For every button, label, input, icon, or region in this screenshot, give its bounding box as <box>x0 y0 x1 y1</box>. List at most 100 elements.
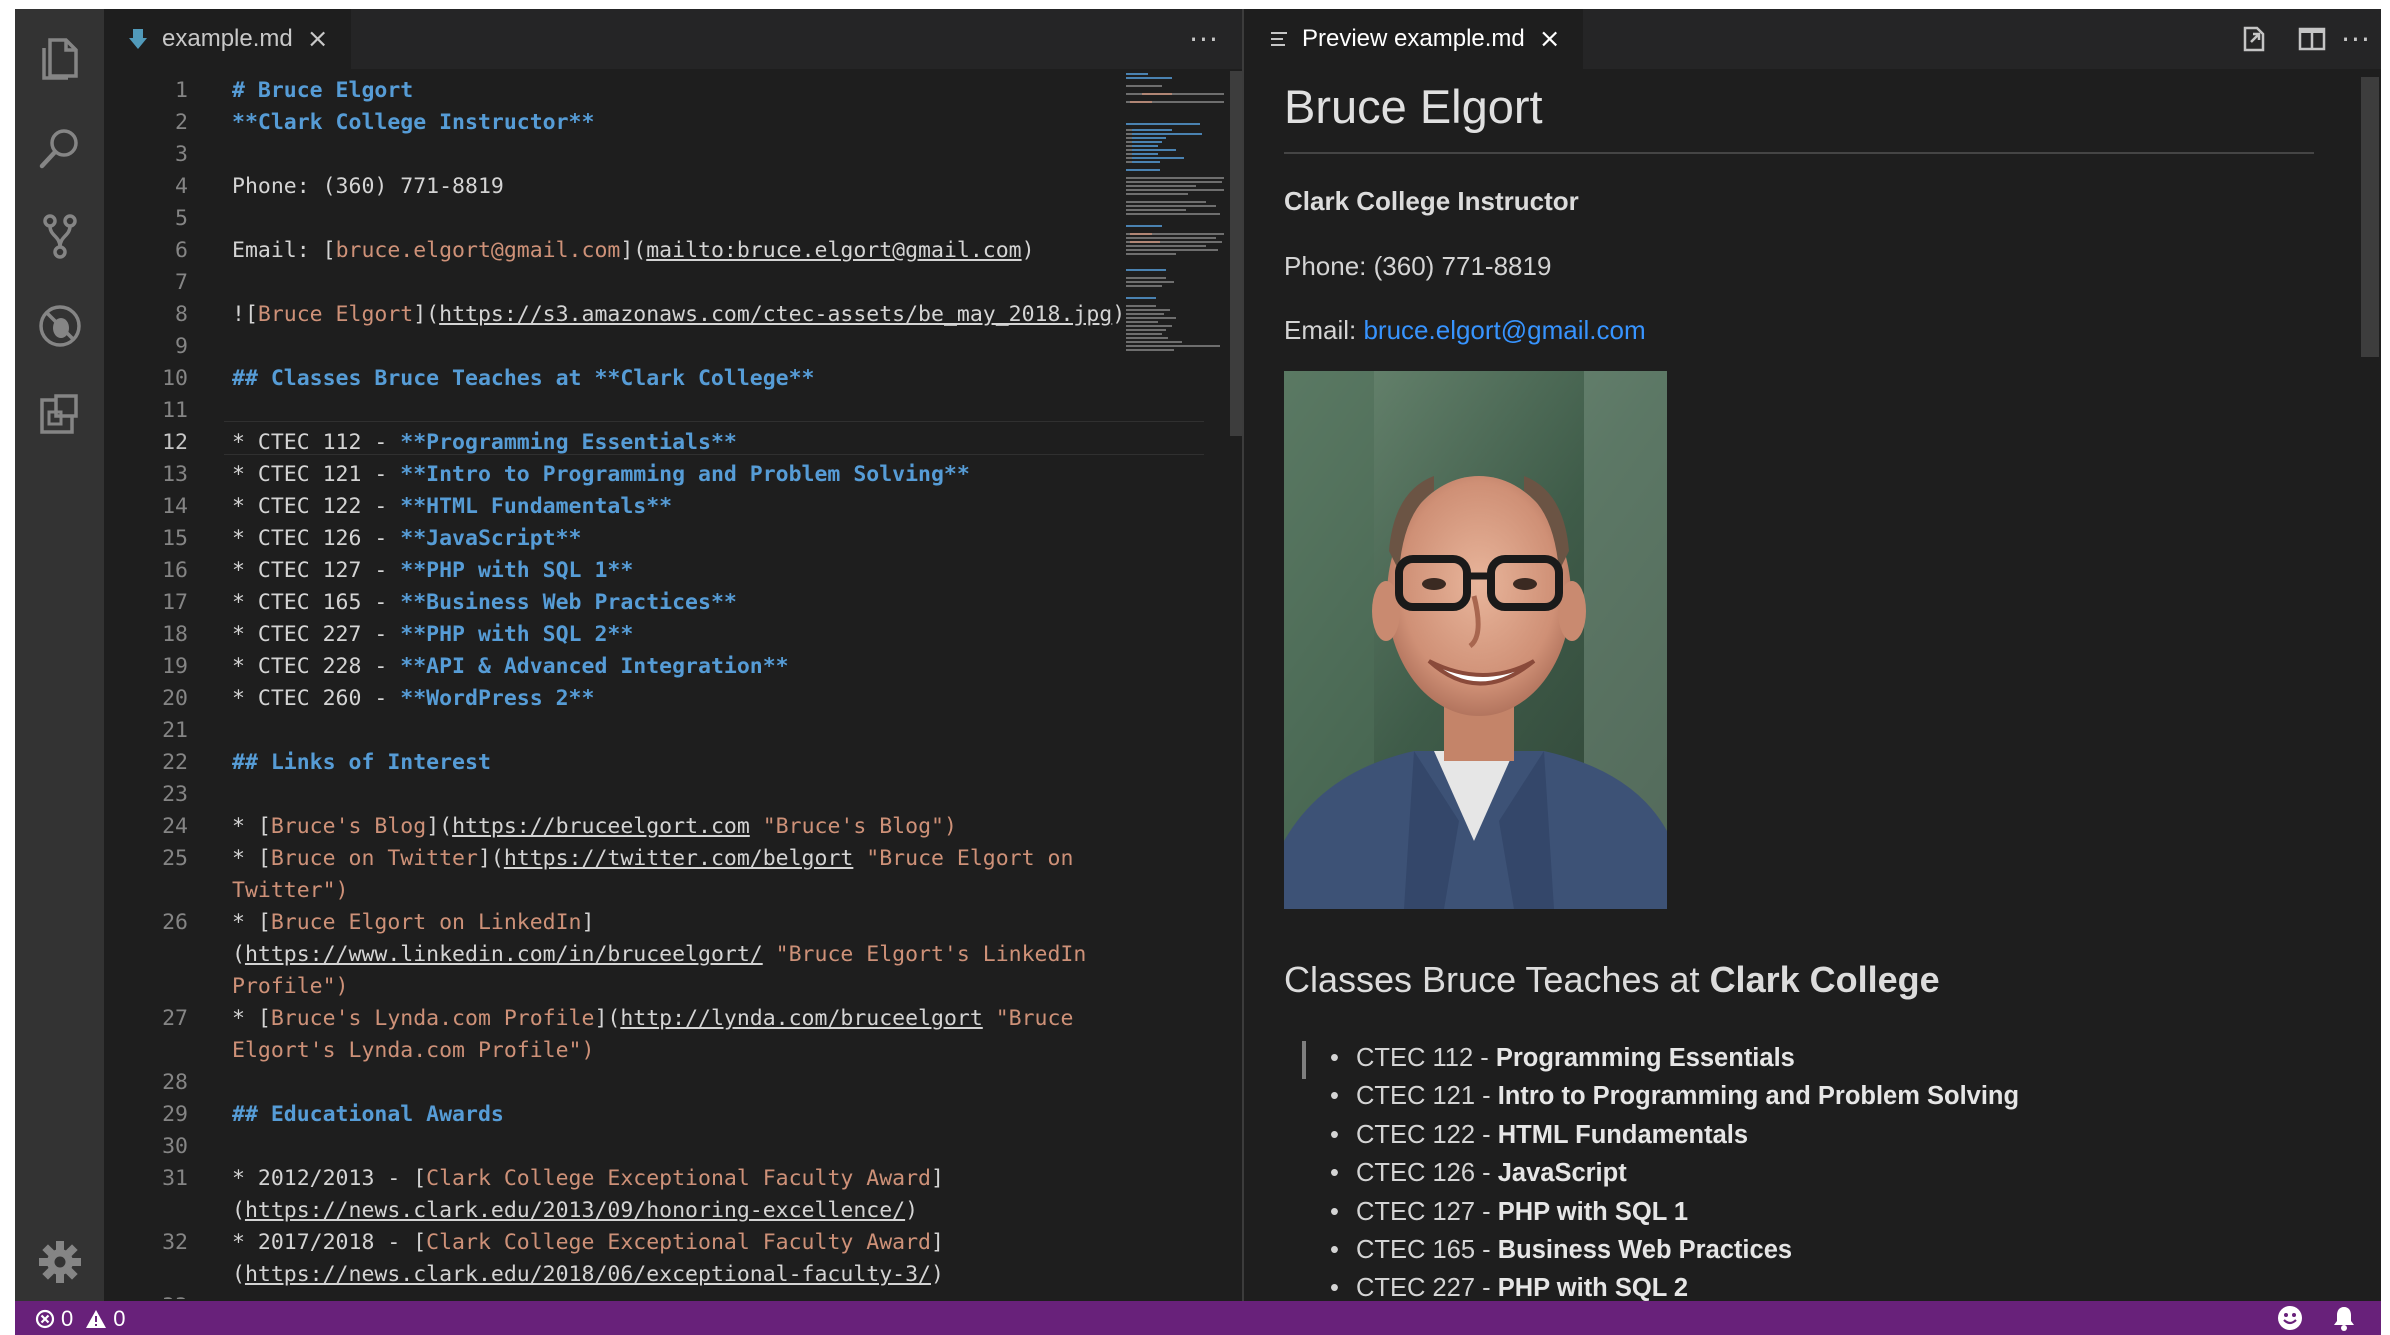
preview-scrollbar[interactable] <box>2361 77 2379 357</box>
problems-indicator[interactable]: 0 0 <box>35 1306 126 1332</box>
code-text: ]( <box>594 1006 621 1031</box>
code-text: * [ <box>232 846 271 871</box>
warning-count: 0 <box>113 1306 126 1331</box>
gear-icon[interactable] <box>33 1235 87 1289</box>
code-url[interactable]: http://lynda.com/bruceelgort <box>620 1006 982 1031</box>
close-icon[interactable]: × <box>307 24 329 54</box>
code-text: Email: [ <box>232 238 336 263</box>
error-count: 0 <box>61 1306 74 1331</box>
code-url[interactable]: https://bruceelgort.com <box>452 814 750 839</box>
code-bold: **PHP with SQL 1** <box>400 558 634 583</box>
code-text: ]( <box>477 846 504 871</box>
code-link-text: Bruce Elgort <box>257 302 414 327</box>
code-url[interactable]: https://news.clark.edu/2018/06/exception… <box>245 1262 931 1287</box>
split-editor-icon[interactable] <box>2292 19 2332 59</box>
code-string: Elgort's Lynda.com Profile") <box>232 1038 595 1063</box>
notifications-bell-icon[interactable] <box>2331 1305 2357 1335</box>
code-url[interactable]: mailto:bruce.elgort@gmail.com <box>646 238 1021 263</box>
list-indent-guide <box>1302 1041 1306 1079</box>
line-number: 24 <box>162 814 188 839</box>
code-text: ]( <box>413 302 440 327</box>
code-text: * CTEC 121 - <box>232 462 401 487</box>
line-number: 33 <box>104 1291 188 1299</box>
open-source-icon[interactable] <box>2234 19 2274 59</box>
search-icon[interactable] <box>33 121 87 175</box>
code-url[interactable]: https://twitter.com/belgort <box>504 846 854 871</box>
code-text: * [ <box>232 910 271 935</box>
code-link-text: Clark College Exceptional Faculty Award <box>426 1166 931 1191</box>
code-text: * CTEC 112 - <box>232 430 401 455</box>
code-text: ![ <box>232 302 258 327</box>
email-link[interactable]: bruce.elgort@gmail.com <box>1363 315 1645 345</box>
line-number: 14 <box>162 494 188 519</box>
code-bold: **Clark College** <box>594 366 815 391</box>
line-number: 15 <box>162 526 188 551</box>
code-bold: **Business Web Practices** <box>400 590 737 615</box>
list-item: CTEC 227 - PHP with SQL 2 <box>1330 1269 2019 1301</box>
code-string: "Bruce <box>982 1006 1074 1031</box>
line-number: 31 <box>162 1166 188 1191</box>
class-code: CTEC 121 - <box>1356 1082 1498 1111</box>
code-h2: ## Classes Bruce Teaches at <box>232 366 595 391</box>
code-text: * [ <box>232 814 271 839</box>
line-number: 23 <box>162 782 188 807</box>
line-number: 13 <box>162 462 188 487</box>
line-number: 26 <box>162 910 188 935</box>
code-text: ) <box>905 1198 919 1223</box>
code-text: ]( <box>620 238 647 263</box>
tab-example-md[interactable]: example.md × <box>104 9 351 69</box>
code-bold: **Intro to Programming and Problem Solvi… <box>400 462 970 487</box>
extensions-icon[interactable] <box>33 387 87 441</box>
minimap[interactable] <box>1124 71 1226 361</box>
code-phone: Phone: (360) 771-8819 <box>232 174 504 199</box>
heading-rule <box>1284 152 2314 154</box>
line-number: 12 <box>162 430 188 455</box>
code-link-text: Bruce's Blog <box>270 814 427 839</box>
warning-icon <box>86 1310 107 1328</box>
code-text: ( <box>232 1198 245 1223</box>
class-code: CTEC 227 - <box>1356 1274 1498 1301</box>
code-editor[interactable]: 1 # Bruce Elgort 2 **Clark College Instruc… <box>104 71 1204 1299</box>
code-h1: # Bruce Elgort <box>232 78 414 103</box>
class-name: JavaScript <box>1497 1159 1627 1188</box>
markdown-preview[interactable]: Bruce Elgort Clark College Instructor Ph… <box>1284 69 2344 1301</box>
line-number: 32 <box>162 1230 188 1255</box>
code-h2: ## Links of Interest <box>232 750 491 775</box>
code-text: * 2012/2013 - [ <box>232 1166 427 1191</box>
code-bold: **HTML Fundamentals** <box>400 494 673 519</box>
line-number: 22 <box>162 750 188 775</box>
line-number: 4 <box>175 174 188 199</box>
source-control-icon[interactable] <box>33 209 87 263</box>
editor-group: example.md × ··· 1 # Bruce Elgort 2 **Clar… <box>104 9 1252 1301</box>
code-url[interactable]: https://www.linkedin.com/in/bruceelgort/ <box>245 942 763 967</box>
class-code: CTEC 112 - <box>1356 1044 1496 1072</box>
explorer-icon[interactable] <box>33 31 87 85</box>
code-text: * CTEC 127 - <box>232 558 401 583</box>
code-link-text: Clark College Exceptional Faculty Award <box>426 1230 931 1255</box>
preview-tab-bar: Preview example.md × ··· <box>1244 9 2381 69</box>
line-number: 30 <box>162 1134 188 1159</box>
code-text: ( <box>232 1262 245 1287</box>
line-number: 11 <box>162 398 188 423</box>
code-url[interactable]: https://s3.amazonaws.com/ctec-assets/be_… <box>439 302 1112 327</box>
feedback-smiley-icon[interactable] <box>2277 1305 2303 1335</box>
code-url[interactable]: https://news.clark.edu/2013/09/honoring-… <box>245 1198 905 1223</box>
status-bar: 0 0 <box>15 1301 2381 1335</box>
preview-icon <box>1271 32 1287 46</box>
line-number: 21 <box>162 718 188 743</box>
code-text: * CTEC 165 - <box>232 590 401 615</box>
code-text: * CTEC 227 - <box>232 622 401 647</box>
line-number: 1 <box>175 78 188 103</box>
tab-preview-example-md[interactable]: Preview example.md × <box>1244 9 1583 69</box>
class-name: Business Web Practices <box>1497 1235 1793 1264</box>
debug-icon[interactable] <box>33 299 87 353</box>
markdown-file-icon <box>129 29 147 49</box>
line-number: 18 <box>162 622 188 647</box>
more-actions-button[interactable]: ··· <box>2334 17 2378 61</box>
code-bold: **API & Advanced Integration** <box>400 654 789 679</box>
code-text: ] <box>931 1230 944 1255</box>
line-number: 5 <box>175 206 188 231</box>
close-icon[interactable]: × <box>1539 24 1561 54</box>
more-actions-button[interactable]: ··· <box>1182 17 1226 61</box>
class-name: PHP with SQL 2 <box>1497 1274 1689 1301</box>
